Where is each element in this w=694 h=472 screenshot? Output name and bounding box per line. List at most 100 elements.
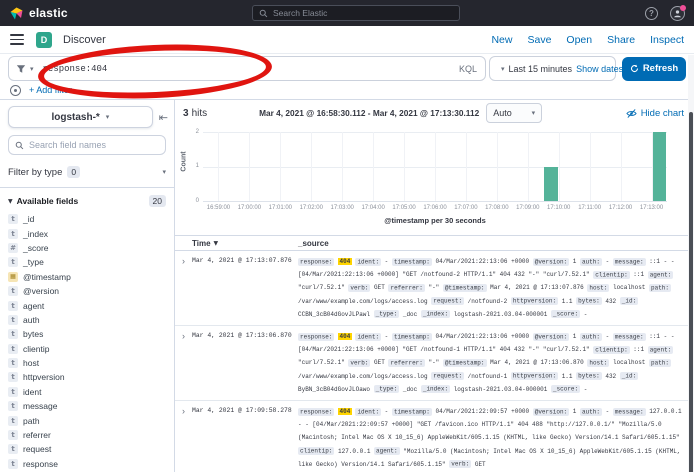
expand-row-icon[interactable]: › xyxy=(175,330,192,396)
field-name: @timestamp xyxy=(23,272,71,282)
scrollbar-thumb[interactable] xyxy=(689,112,693,472)
x-tick-label: 17:02:00 xyxy=(300,205,323,211)
x-axis-label: @timestamp per 30 seconds xyxy=(203,216,667,225)
source-field-badge: message: xyxy=(613,258,646,266)
field-item[interactable]: t_index xyxy=(0,226,174,240)
filter-by-type-label: Filter by type xyxy=(8,167,62,178)
refresh-button[interactable]: Refresh xyxy=(622,57,686,81)
field-item[interactable]: t_type xyxy=(0,255,174,269)
date-picker[interactable]: ▾ Last 15 minutes Show dates xyxy=(489,56,616,81)
time-range-display: Mar 4, 2021 @ 16:58:30.112 - Mar 4, 2021… xyxy=(259,108,479,118)
table-row[interactable]: ›Mar 4, 2021 @ 17:09:58.278response: 404… xyxy=(175,401,694,472)
scrollbar-track[interactable] xyxy=(688,55,694,472)
time-range-value[interactable]: Last 15 minutes xyxy=(509,64,573,74)
x-tick-label: 17:10:00 xyxy=(547,205,570,211)
index-pattern-select[interactable]: logstash-* ▾ xyxy=(8,106,153,128)
table-row[interactable]: ›Mar 4, 2021 @ 17:13:06.870response: 404… xyxy=(175,326,694,401)
source-field-badge: verb: xyxy=(348,359,370,367)
field-item[interactable]: t@version xyxy=(0,284,174,298)
field-item[interactable]: treferrer xyxy=(0,428,174,442)
filter-by-type[interactable]: Filter by type 0 ▾ xyxy=(8,162,166,182)
discover-app-badge[interactable]: D xyxy=(36,32,52,48)
x-tick-label: 17:13:00 xyxy=(640,205,663,211)
source-field-badge: timestamp: xyxy=(392,408,432,416)
filters-icon[interactable] xyxy=(10,85,21,96)
field-item[interactable]: tbytes xyxy=(0,327,174,341)
field-search-input[interactable]: Search field names xyxy=(8,135,166,155)
field-item[interactable]: thttpversion xyxy=(0,370,174,384)
source-field-badge: @version: xyxy=(533,333,569,341)
field-item[interactable]: #_score xyxy=(0,241,174,255)
share-button[interactable]: Share xyxy=(607,34,635,46)
field-item[interactable]: tident xyxy=(0,385,174,399)
source-field-badge: verb: xyxy=(449,460,471,468)
field-name: clientip xyxy=(23,344,49,354)
refresh-icon xyxy=(630,64,639,73)
source-field-badge: @timestamp: xyxy=(443,359,487,367)
available-fields-header[interactable]: ▼ Available fields 20 xyxy=(0,188,174,212)
field-type-icon: t xyxy=(8,315,18,325)
show-dates-button[interactable]: Show dates xyxy=(576,64,623,74)
gridline-v xyxy=(435,132,436,201)
time-column-header[interactable]: Time ▼ xyxy=(192,239,298,248)
global-header: elastic Search Elastic ? xyxy=(0,0,694,26)
new-button[interactable]: New xyxy=(491,34,512,46)
field-item[interactable]: tresponse xyxy=(0,457,174,471)
gridline-v xyxy=(311,132,312,201)
save-button[interactable]: Save xyxy=(527,34,551,46)
source-field-badge: httpversion: xyxy=(511,372,558,380)
logo-text: elastic xyxy=(29,6,68,20)
expand-row-icon[interactable]: › xyxy=(175,405,192,471)
histogram-bar[interactable] xyxy=(544,167,557,202)
field-item[interactable]: t_id xyxy=(0,212,174,226)
y-tick-label: 2 xyxy=(183,129,199,135)
user-avatar[interactable] xyxy=(670,6,685,21)
expand-row-icon[interactable]: › xyxy=(175,255,192,321)
field-item[interactable]: tauth xyxy=(0,313,174,327)
inspect-button[interactable]: Inspect xyxy=(650,34,684,46)
query-language-button[interactable]: KQL xyxy=(459,64,477,74)
menu-icon[interactable] xyxy=(10,34,24,45)
field-search-placeholder: Search field names xyxy=(29,140,106,150)
source-field-badge: response: xyxy=(298,258,334,266)
interval-select[interactable]: Auto ▾ xyxy=(486,103,542,123)
hide-chart-button[interactable]: Hide chart xyxy=(626,108,684,119)
index-pattern-label: logstash-* xyxy=(51,112,99,123)
open-button[interactable]: Open xyxy=(566,34,592,46)
source-field-badge: referrer: xyxy=(388,284,424,292)
x-tick-label: 17:09:00 xyxy=(516,205,539,211)
add-filter-button[interactable]: + Add filter xyxy=(29,85,72,95)
field-item[interactable]: ▦@timestamp xyxy=(0,270,174,284)
notification-dot xyxy=(680,5,686,11)
field-type-icon: t xyxy=(8,444,18,454)
x-tick-label: 17:01:00 xyxy=(269,205,292,211)
highlighted-value: 404 xyxy=(338,333,352,340)
search-icon xyxy=(259,9,268,18)
field-name: message xyxy=(23,401,58,411)
chevron-down-icon: ▾ xyxy=(30,65,34,73)
query-input[interactable]: ▾ response:404 KQL xyxy=(8,56,486,81)
x-tick-label: 17:04:00 xyxy=(361,205,384,211)
chevron-down-icon: ▼ xyxy=(8,198,13,205)
field-item[interactable]: tagent xyxy=(0,298,174,312)
hits-count: 3 hits xyxy=(183,108,207,119)
doc-source: response: 404 ident: - timestamp: 04/Mar… xyxy=(298,255,688,321)
collapse-sidebar-icon[interactable]: ⇤ xyxy=(159,111,168,124)
field-item[interactable]: tpath xyxy=(0,413,174,427)
gridline-v xyxy=(280,132,281,201)
field-item[interactable]: tmessage xyxy=(0,399,174,413)
elastic-logo[interactable]: elastic xyxy=(9,6,68,21)
gridline-v xyxy=(590,132,591,201)
global-search-input[interactable]: Search Elastic xyxy=(252,5,460,21)
hide-chart-label: Hide chart xyxy=(641,108,684,119)
interval-value: Auto xyxy=(493,108,512,118)
help-icon[interactable]: ? xyxy=(645,7,658,20)
source-field-badge: _index: xyxy=(421,385,450,393)
histogram-plot[interactable] xyxy=(203,132,667,201)
table-row[interactable]: ›Mar 4, 2021 @ 17:13:07.876response: 404… xyxy=(175,251,694,326)
field-item[interactable]: trequest xyxy=(0,442,174,456)
field-item[interactable]: thost xyxy=(0,356,174,370)
histogram-bar[interactable] xyxy=(653,132,666,201)
source-field-badge: response: xyxy=(298,408,334,416)
field-item[interactable]: tclientip xyxy=(0,342,174,356)
